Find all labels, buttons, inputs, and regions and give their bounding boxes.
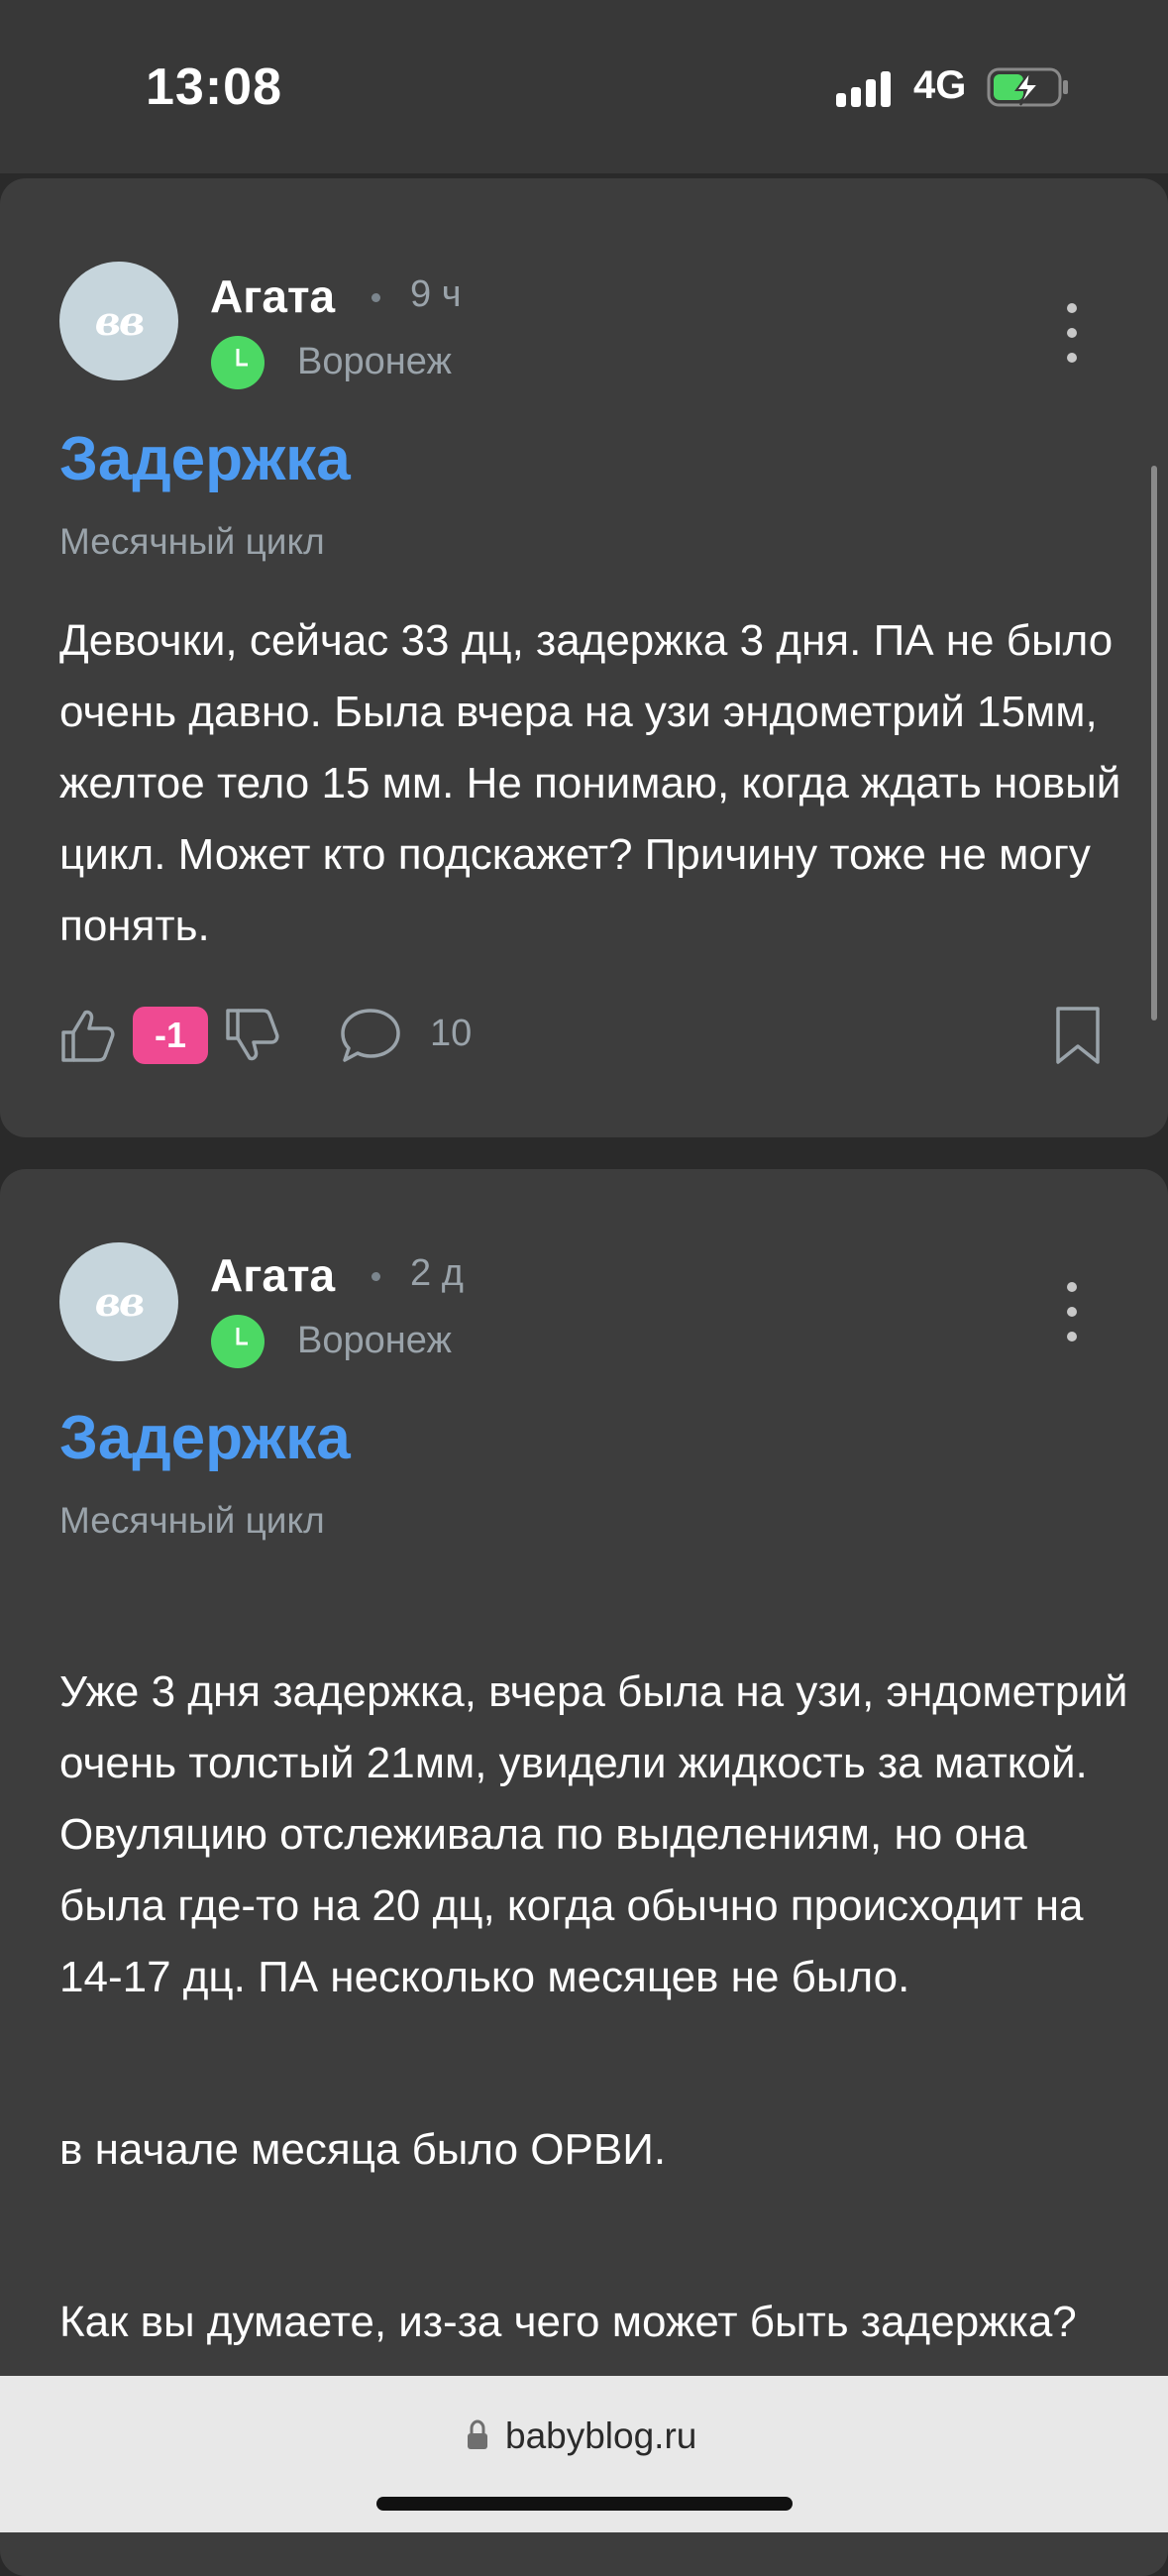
more-options-icon[interactable] bbox=[1058, 1282, 1086, 1342]
avatar[interactable]: вв bbox=[59, 262, 178, 380]
clock-icon bbox=[211, 336, 265, 389]
post-category[interactable]: Месячный цикл bbox=[59, 1500, 325, 1542]
post-time: 2 д bbox=[410, 1252, 464, 1294]
post-card[interactable]: вв Агата 9 ч Воронеж Задержка Месячный ц… bbox=[0, 178, 1168, 1137]
post-actions: -1 10 bbox=[0, 993, 1168, 1082]
scrollbar[interactable] bbox=[1151, 466, 1157, 1020]
more-options-icon[interactable] bbox=[1058, 303, 1086, 363]
separator-dot bbox=[372, 293, 380, 302]
browser-address-bar[interactable]: babyblog.ru bbox=[0, 2376, 1168, 2532]
post-title[interactable]: Задержка bbox=[59, 424, 351, 494]
status-time: 13:08 bbox=[146, 58, 282, 116]
url-text[interactable]: babyblog.ru bbox=[505, 2415, 696, 2457]
separator-dot bbox=[372, 1272, 380, 1281]
thumbs-up-icon[interactable] bbox=[59, 1007, 117, 1064]
avatar[interactable]: вв bbox=[59, 1242, 178, 1361]
post-paragraph: Уже 3 дня задержка, вчера была на узи, э… bbox=[59, 1667, 1128, 2001]
author-city: Воронеж bbox=[297, 341, 452, 382]
post-card[interactable]: вв Агата 2 д Воронеж Задержка Месячный ц… bbox=[0, 1169, 1168, 2576]
rating-badge: -1 bbox=[133, 1007, 208, 1064]
network-type: 4G bbox=[913, 63, 967, 107]
bookmark-icon[interactable] bbox=[1054, 1005, 1102, 1066]
status-bar: 13:08 4G bbox=[0, 0, 1168, 173]
post-time: 9 ч bbox=[410, 273, 462, 315]
lock-icon bbox=[468, 2419, 487, 2449]
avatar-logo: вв bbox=[94, 1278, 146, 1326]
post-paragraph: в начале месяца было ОРВИ. bbox=[59, 2125, 667, 2174]
post-title[interactable]: Задержка bbox=[59, 1403, 351, 1473]
home-indicator[interactable] bbox=[376, 2497, 793, 2511]
author-city: Воронеж bbox=[297, 1320, 452, 1361]
post-body: Уже 3 дня задержка, вчера была на узи, э… bbox=[59, 1585, 1129, 2429]
post-paragraph: Как вы думаете, из-за чего может быть за… bbox=[59, 2298, 1077, 2346]
author-name[interactable]: Агата bbox=[210, 1248, 335, 1302]
thumbs-down-icon[interactable] bbox=[224, 1007, 281, 1064]
comment-icon[interactable] bbox=[339, 1007, 402, 1066]
battery-charging-icon bbox=[987, 67, 1068, 107]
avatar-logo: вв bbox=[94, 297, 146, 345]
author-name[interactable]: Агата bbox=[210, 269, 335, 323]
post-paragraph: Девочки, сейчас 33 дц, задержка 3 дня. П… bbox=[59, 616, 1121, 950]
signal-bars-icon bbox=[836, 71, 891, 107]
post-category[interactable]: Месячный цикл bbox=[59, 521, 325, 563]
clock-icon bbox=[211, 1315, 265, 1368]
comment-count: 10 bbox=[430, 1013, 473, 1054]
post-body: Девочки, сейчас 33 дц, задержка 3 дня. П… bbox=[59, 605, 1129, 962]
